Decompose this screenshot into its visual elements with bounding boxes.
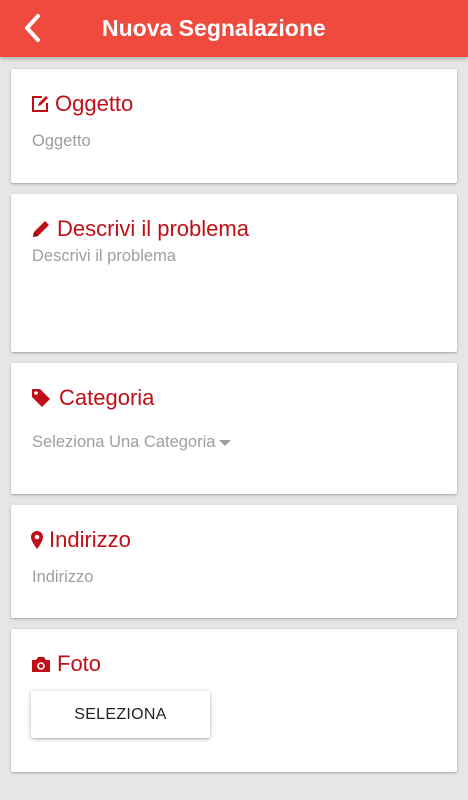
categoria-select[interactable]: Seleziona Una Categoria	[32, 432, 232, 452]
pencil-icon	[31, 219, 51, 239]
categoria-card: Categoria Seleziona Una Categoria	[11, 363, 457, 494]
back-button[interactable]	[12, 8, 52, 48]
oggetto-title: Oggetto	[55, 91, 134, 116]
indirizzo-title: Indirizzo	[49, 527, 131, 552]
categoria-title: Categoria	[59, 385, 155, 410]
indirizzo-input[interactable]	[32, 566, 432, 588]
camera-icon	[31, 656, 51, 673]
descrizione-header: Descrivi il problema	[31, 216, 249, 242]
descrizione-card: Descrivi il problema	[11, 194, 457, 352]
app-bar: Nuova Segnalazione	[0, 0, 468, 57]
caret-down-icon	[219, 439, 232, 446]
page-title: Nuova Segnalazione	[102, 15, 326, 41]
map-marker-icon	[31, 531, 43, 549]
oggetto-header: Oggetto	[31, 91, 133, 117]
chevron-left-icon	[25, 14, 40, 42]
edit-icon	[31, 95, 49, 113]
tag-icon	[31, 388, 53, 408]
indirizzo-header: Indirizzo	[31, 527, 131, 553]
foto-card: Foto SELEZIONA	[11, 629, 457, 772]
descrizione-input[interactable]	[32, 246, 432, 326]
oggetto-card: Oggetto	[11, 69, 457, 183]
foto-title: Foto	[57, 651, 102, 676]
descrizione-title: Descrivi il problema	[57, 216, 249, 241]
categoria-header: Categoria	[31, 385, 154, 411]
select-photo-button[interactable]: SELEZIONA	[31, 691, 210, 738]
categoria-selected-value: Seleziona Una Categoria	[32, 433, 216, 451]
oggetto-input[interactable]	[32, 130, 432, 152]
indirizzo-card: Indirizzo	[11, 505, 457, 618]
foto-header: Foto	[31, 651, 101, 677]
